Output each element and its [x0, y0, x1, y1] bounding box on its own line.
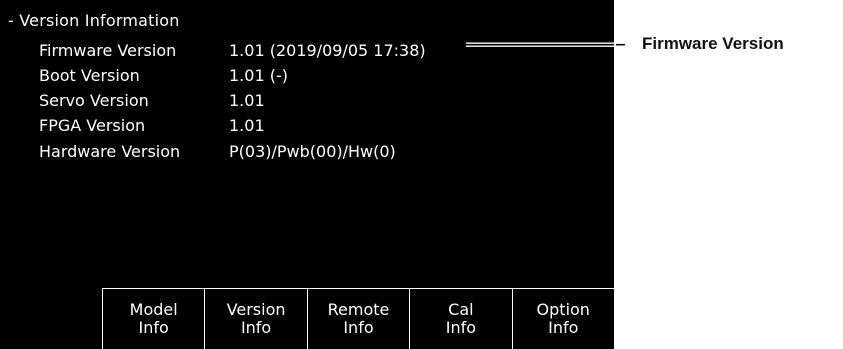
boot-version-label: Boot Version: [39, 66, 140, 85]
softkey-cal-info-line1: Cal: [448, 300, 474, 319]
softkey-remote-info-line2: Info: [343, 318, 374, 337]
softkey-model-info[interactable]: Model Info: [102, 288, 205, 349]
softkey-bar: Model Info Version Info Remote Info Cal …: [102, 288, 614, 349]
softkey-version-info[interactable]: Version Info: [204, 288, 307, 349]
callout-leader-line: [466, 42, 625, 47]
boot-version-value: 1.01 (-): [229, 66, 288, 85]
fpga-version-label: FPGA Version: [39, 116, 146, 135]
softkey-cal-info-line2: Info: [445, 318, 476, 337]
softkey-cal-info[interactable]: Cal Info: [409, 288, 512, 349]
softkey-remote-info-line1: Remote: [327, 300, 390, 319]
hardware-version-label: Hardware Version: [39, 142, 181, 161]
firmware-version-value: 1.01 (2019/09/05 17:38): [229, 41, 426, 60]
version-information-heading: - Version Information: [8, 11, 180, 30]
softkey-version-info-line2: Info: [240, 318, 272, 337]
servo-version-value: 1.01: [229, 91, 265, 110]
softkey-option-info-line1: Option: [536, 300, 590, 319]
fpga-version-value: 1.01: [229, 116, 265, 135]
softkey-option-info-line2: Info: [548, 318, 579, 337]
softkey-version-info-line1: Version: [226, 300, 286, 319]
servo-version-label: Servo Version: [39, 91, 149, 110]
softkey-option-info[interactable]: Option Info: [511, 288, 614, 349]
instrument-screen: - Version Information Firmware Version 1…: [0, 0, 614, 349]
callout-firmware-version-label: Firmware Version: [642, 34, 784, 53]
softkey-model-info-line1: Model: [129, 300, 178, 319]
hardware-version-value: P(03)/Pwb(00)/Hw(0): [229, 142, 396, 161]
softkey-remote-info[interactable]: Remote Info: [306, 288, 410, 349]
firmware-version-label: Firmware Version: [39, 41, 177, 60]
softkey-model-info-line2: Info: [138, 318, 169, 337]
